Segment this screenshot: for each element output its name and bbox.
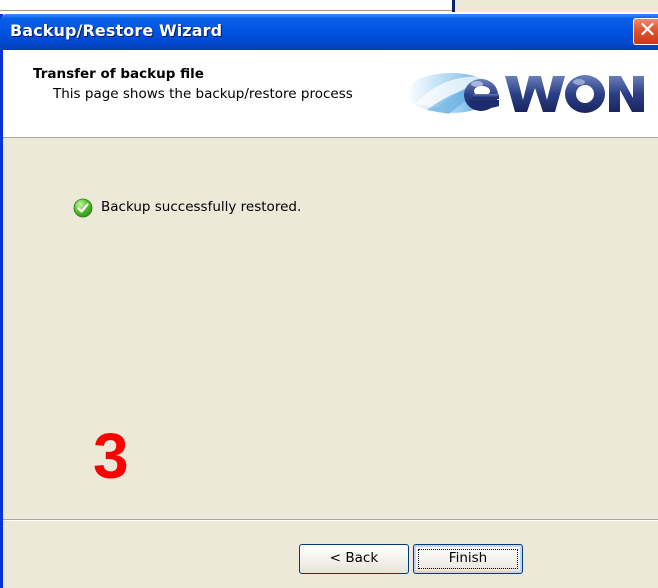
wizard-header: Transfer of backup file This page shows … <box>3 50 658 138</box>
background-window-edge <box>0 0 452 11</box>
finish-button[interactable]: Finish <box>413 544 523 574</box>
close-button[interactable]: ✕ <box>633 18 658 45</box>
title-bar[interactable]: Backup/Restore Wizard ✕ <box>0 14 658 50</box>
footer-divider <box>3 519 658 521</box>
page-title: Transfer of backup file <box>33 66 204 82</box>
back-button-label: < Back <box>329 550 379 566</box>
wizard-content: Backup successfully restored. 3 <box>3 138 658 520</box>
window-title: Backup/Restore Wizard <box>10 21 223 40</box>
close-icon: ✕ <box>638 18 657 43</box>
wizard-window: Backup/Restore Wizard ✕ Transfer of back… <box>0 14 658 588</box>
page-subtitle: This page shows the backup/restore proce… <box>53 86 353 102</box>
finish-button-label: Finish <box>448 550 488 566</box>
background-window-right-edge <box>452 0 658 12</box>
step-number-annotation: 3 <box>93 420 129 492</box>
status-message: Backup successfully restored. <box>101 199 302 215</box>
back-button[interactable]: < Back <box>299 544 409 574</box>
ewon-logo-icon <box>407 73 644 114</box>
check-circle-icon <box>73 198 93 218</box>
